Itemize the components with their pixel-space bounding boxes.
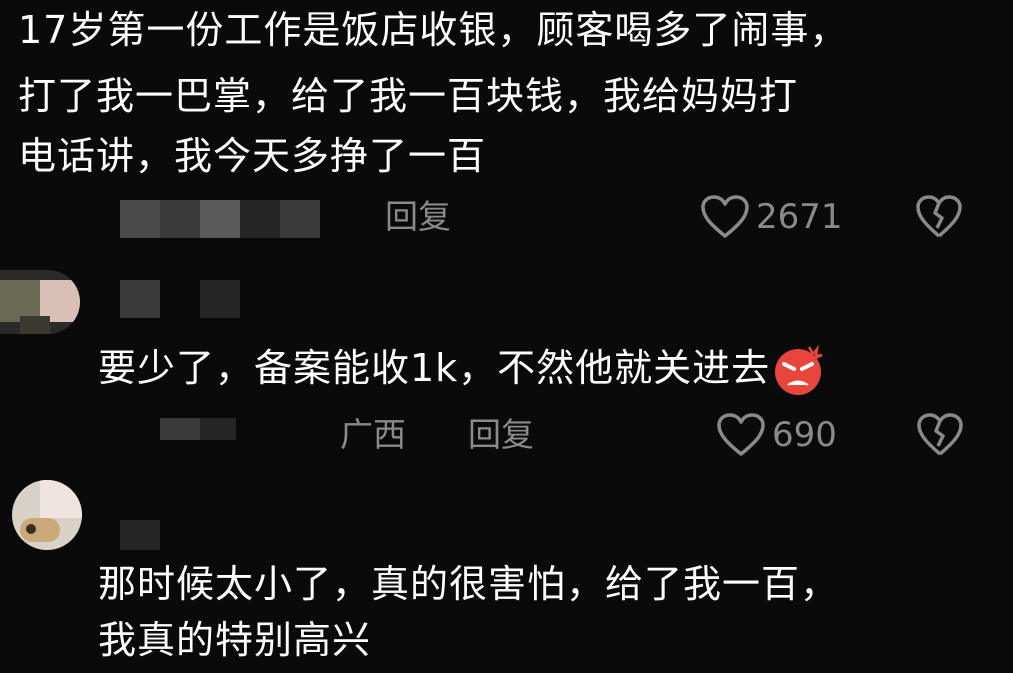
broken-heart-icon <box>916 195 962 238</box>
avatar[interactable] <box>12 480 82 550</box>
redacted-username <box>160 418 200 440</box>
like-count: 2671 <box>756 197 843 237</box>
redacted-username <box>200 418 236 440</box>
redacted-username <box>120 280 160 318</box>
comment-3-line-2: 我真的特别高兴 <box>98 618 372 662</box>
comment-1-line-2: 打了我一巴掌，给了我一百块钱，我给妈妈打 <box>18 74 799 118</box>
heart-outline-icon <box>701 195 749 238</box>
comment-1-line-1: 17岁第一份工作是饭店收银，顾客喝多了闹事， <box>18 8 849 52</box>
angry-face-emoji <box>775 344 823 395</box>
reply-button[interactable]: 回复 <box>385 197 451 237</box>
like-button[interactable]: 2671 <box>700 194 843 240</box>
redacted-username <box>120 200 160 238</box>
redacted-username <box>120 520 160 550</box>
comment-3-line-1: 那时候太小了，真的很害怕，给了我一百， <box>98 562 840 606</box>
dislike-button[interactable] <box>915 194 963 244</box>
comment-location: 广西 <box>340 415 406 454</box>
comment-1-line-3: 电话讲，我今天多挣了一百 <box>18 134 487 178</box>
dislike-button[interactable] <box>916 412 964 462</box>
redacted-username <box>160 200 200 238</box>
reply-button[interactable]: 回复 <box>468 415 534 455</box>
redacted-username <box>280 200 320 238</box>
like-count: 690 <box>772 415 837 455</box>
like-button[interactable]: 690 <box>716 412 837 458</box>
redacted-username <box>240 200 280 238</box>
heart-outline-icon <box>717 413 765 456</box>
avatar[interactable] <box>0 270 80 334</box>
redacted-username <box>200 200 240 238</box>
redacted-username <box>200 280 240 318</box>
comment-2-body: 要少了，备案能收1k，不然他就关进去 <box>98 346 771 390</box>
broken-heart-icon <box>917 413 963 456</box>
comment-2-text: 要少了，备案能收1k，不然他就关进去 <box>98 340 826 397</box>
